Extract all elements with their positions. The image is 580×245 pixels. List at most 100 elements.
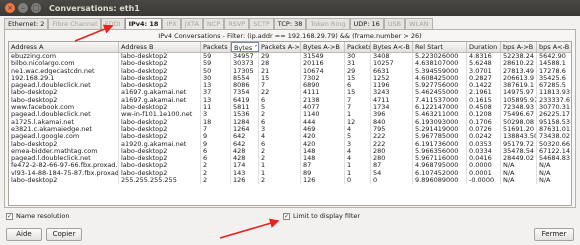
table-cell: 4111 [301,89,345,97]
tab-rsvp[interactable]: RSVP [224,18,250,29]
tab-ethernet-2[interactable]: Ethernet: 2 [4,18,49,29]
name-resolution-label: Name resolution [16,212,70,220]
column-header[interactable]: Rel Start [413,42,467,52]
table-cell: 35425.6 [537,75,571,82]
table-row[interactable]: e3821.c.akamaiedge.net labo-desktop2 7 1264… [9,125,571,134]
column-header[interactable]: Bytes A->B [301,42,345,52]
table-cell: 1196 [371,82,413,90]
copy-button[interactable]: Copier [46,228,82,241]
conversations-table[interactable]: Address A Address B Packets Bytes ˅ Packets A… [8,41,572,206]
window-controls: × – □ [5,3,41,13]
table-cell: 7354 [231,89,259,97]
limit-display-filter-checkbox[interactable]: ✓ Limit to display filter [283,212,360,220]
table-cell: vl93-14-88-184-75-87.fbx.proxad.net [11,169,119,178]
table-cell: labo-desktop2 [119,169,201,178]
table-row[interactable]: www.facebook.com labo-desktop2 11 5811 5 4077… [9,104,571,112]
table-cell: 10257 [371,60,413,68]
help-button[interactable]: Aide [6,228,42,241]
table-row[interactable]: pagead.l.doubleclick.net labo-desktop2 13 8… [9,82,571,90]
tab-wlan[interactable]: WLAN [405,18,433,29]
tab-token-ring[interactable]: Token Ring [306,18,350,29]
column-header[interactable]: Duration [467,42,501,52]
column-header[interactable]: Address A [9,42,119,52]
tab-usb[interactable]: USB [383,18,406,29]
table-row[interactable]: ne1.wac.edgecastcdn.net labo-desktop2 50 17… [9,67,571,75]
table-cell: N/A [501,162,537,170]
table-cell: 6419 [231,96,259,105]
column-header[interactable]: bps A<-B [537,42,571,52]
table-cell: 4.968795000 [413,162,467,170]
tab-fddi[interactable]: FDDI [100,18,125,29]
table-cell: 22 [259,89,301,97]
table-cell: 1252 [371,74,413,83]
table-cell: 0.0000 [467,162,501,170]
table-cell: 0.0416 [467,155,501,163]
close-window-icon[interactable]: × [5,3,15,13]
table-cell: 59 [201,60,231,68]
table-row[interactable]: ebuzzing.com labo-desktop2 59 34957 29 31549 3… [9,53,571,61]
table-cell: labo-desktop2 [9,177,119,185]
column-header[interactable]: Packets A<-B [345,42,371,52]
table-cell: e3821.c.akamaiedge.net [9,125,119,134]
limit-filter-label: Limit to display filter [293,212,361,220]
tab-jxta[interactable]: JXTA [180,18,203,29]
table-row[interactable]: pagead.l.doubleclick.net labo-desktop2 6 42… [9,155,571,163]
table-cell: 18 [201,118,231,126]
table-row[interactable]: labo-desktop2 a1697.g.akamai.net 37 7354 22 4… [9,89,571,97]
table-cell: 1140 [301,111,345,119]
table-row[interactable]: labo-desktop2 a1920.g.akamai.net 9 642 6 420 3… [9,140,571,148]
table-row[interactable]: bilbo.nicolargo.com labo-desktop2 59 30373 2… [9,60,571,68]
tab-tcp-38[interactable]: TCP: 38 [273,18,307,29]
table-cell: 233337.67 [539,96,572,104]
table-row[interactable]: 192.168.29.1 labo-desktop2 30 8554 15 7302 15 1… [9,74,571,83]
table-cell: 4077 [301,104,345,112]
table-cell: 444 [301,118,345,126]
close-button[interactable]: Fermer [534,228,574,241]
table-row[interactable]: emea-bidder.mathtag.com labo-desktop2 6 428… [9,147,571,156]
table-cell: N/A [537,162,571,169]
table-row[interactable]: pagead.l.doubleclick.net ww-in-f101.1e100… [9,111,571,119]
table-cell: 72348.93 [501,104,537,112]
table-row[interactable]: vl93-14-88-184-75-87.fbx.proxad.netlabo-… [9,169,571,178]
column-header[interactable]: Address B [119,42,201,52]
table-body: ebuzzing.com labo-desktop2 59 34957 29 31549 3… [9,53,572,185]
table-row[interactable]: labo-desktop2 255.255.255.255 2 126 2 126 0 0 9.… [9,177,571,185]
tab-ipx[interactable]: IPX [162,18,181,29]
column-header[interactable]: Bytes ˅ [231,42,259,52]
column-header[interactable]: Packets [201,42,231,52]
table-cell: 4711 [371,96,413,105]
table-cell: 4.638107000 [413,60,467,68]
table-cell: 73438.02 [537,133,571,140]
table-cell: 387619.1 [501,82,537,90]
column-header[interactable]: Bytes A<-B [371,42,413,52]
table-cell: 95179.72 [501,140,537,148]
table-cell: N/A [501,169,537,178]
tab-sctp[interactable]: SCTP [249,18,274,29]
table-cell: 280 [371,147,413,156]
table-cell: 5.927756000 [413,82,467,90]
table-row[interactable]: labo-desktop2 a1697.g.akamai.net 13 6419 6 21… [9,96,572,105]
table-cell: 28610.22 [501,60,537,68]
name-resolution-checkmark-icon: ✓ [6,212,13,220]
table-cell: 30 [201,74,231,83]
table-cell: 6.107452000 [413,169,467,178]
minimize-window-icon[interactable]: – [18,3,28,13]
tab-ncp[interactable]: NCP [202,18,225,29]
column-header[interactable]: Packets A->B [259,42,301,52]
column-header[interactable]: bps A->B [501,42,537,52]
table-cell: 6.193093000 [413,118,467,126]
table-cell: 50 [201,67,231,75]
table-cell: 0.0353 [467,140,501,148]
table-cell: 17278.6 [537,68,571,75]
maximize-window-icon[interactable]: □ [31,3,41,13]
tab-udp-16[interactable]: UDP: 16 [349,18,384,29]
table-cell: 206613.9 [501,74,537,83]
name-resolution-checkbox[interactable]: ✓ Name resolution [6,212,70,220]
table-row[interactable]: a1725.l.akamai.net labo-desktop2 18 1284 6 44… [9,118,571,126]
table-cell: 5642.90 [537,53,571,60]
tab-fibre-channel[interactable]: Fibre Channel [48,18,101,29]
table-row[interactable]: pagead.l.google.com labo-desktop2 9 642 4 420… [9,133,571,141]
table-cell: 1 [345,169,371,178]
table-cell: 29 [259,53,301,61]
table-row[interactable]: fe472-2-82-66-97-66.fbx.proxad.net labo-d… [9,162,571,170]
